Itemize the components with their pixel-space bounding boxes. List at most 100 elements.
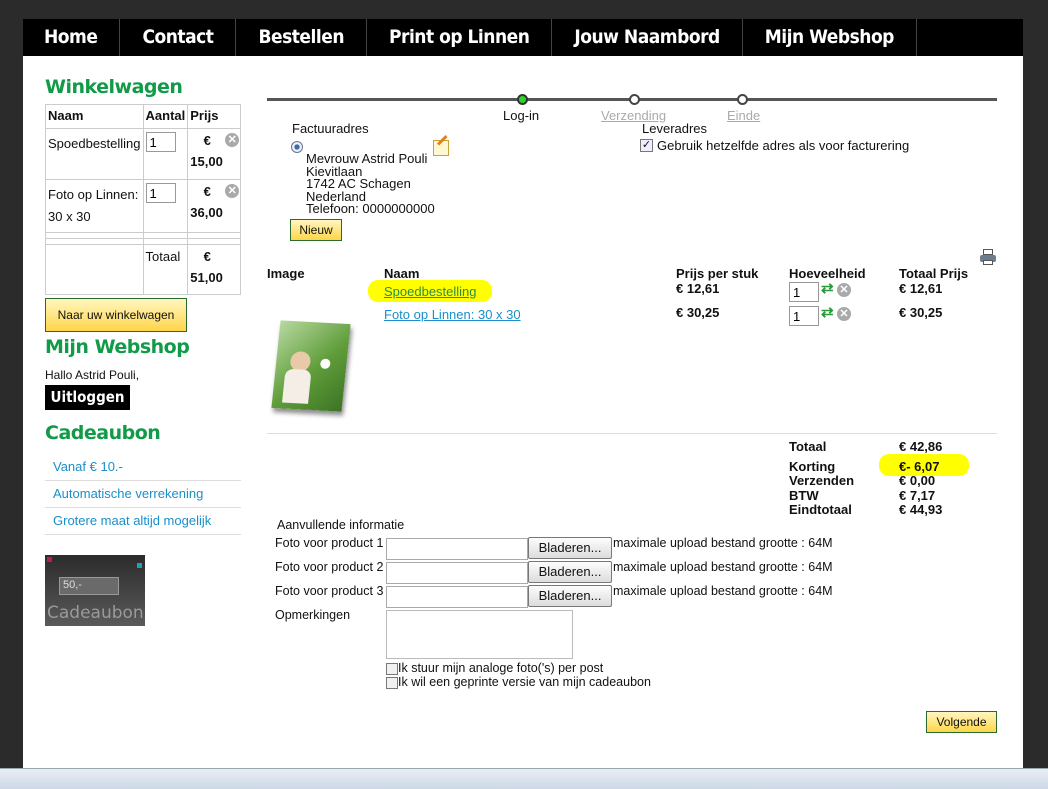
total-label: Totaal [789, 439, 827, 454]
product-link[interactable]: Spoedbestelling [384, 284, 477, 299]
analog-photo-checkbox[interactable] [386, 662, 398, 675]
cart-item-name: Foto op Linnen: 30 x 30 [45, 179, 144, 233]
gift-link-verrekening[interactable]: Automatische verrekening [53, 486, 203, 501]
billing-radio[interactable] [291, 141, 303, 153]
step-dot-einde [737, 94, 748, 105]
upload-label: Foto voor product 2 [275, 560, 384, 574]
upload-field[interactable] [386, 538, 528, 560]
step-dot-verzending [629, 94, 640, 105]
gift-link-grotere-maat[interactable]: Grotere maat altijd mogelijk [53, 513, 211, 528]
vat-value: € 7,17 [899, 487, 936, 503]
cart-header-qty: Aantal [142, 104, 189, 129]
browse-button[interactable]: Bladeren... [528, 585, 612, 607]
next-button[interactable]: Volgende [926, 711, 997, 733]
cart-total-label: Totaal [142, 244, 189, 295]
analog-photo-label: Ik stuur mijn analoge foto('s) per post [398, 661, 604, 675]
cart-row: Foto op Linnen: 30 x 30 € 36,00 ✕ [45, 179, 241, 233]
totals-values: € 42,86 €- 6,07 € 0,00 € 7,17 € 44,93 [899, 439, 943, 518]
gift-card-price: 50,- [63, 579, 82, 591]
nav-webshop[interactable]: Mijn Webshop [743, 19, 917, 56]
nav-contact[interactable]: Contact [120, 19, 237, 56]
discount-value: €- 6,07 [899, 458, 940, 474]
printed-voucher-checkbox[interactable] [386, 676, 398, 689]
total-value: € 42,86 [899, 439, 943, 454]
product-qty-input[interactable] [789, 282, 819, 302]
refresh-icon[interactable]: ⇄ [821, 305, 835, 322]
extra-info-title: Aanvullende informatie [277, 518, 405, 532]
same-address-label: Gebruik hetzelfde adres als voor facture… [657, 138, 910, 153]
page-content: Winkelwagen Naam Aantal Prijs Spoedbeste… [23, 56, 1023, 769]
totals-labels: Totaal Korting Verzenden BTW Eindtotaal [789, 439, 855, 518]
go-to-cart-button[interactable]: Naar uw winkelwagen [45, 298, 187, 332]
billing-address: Mevrouw Astrid Pouli Kievitlaan 1742 AC … [306, 152, 435, 217]
print-icon[interactable] [980, 249, 996, 265]
same-address-checkbox[interactable]: ✓ [640, 139, 653, 152]
col-unit-price: Prijs per stuk [676, 266, 759, 281]
upload-field[interactable] [386, 562, 528, 584]
logout-button[interactable]: Uitloggen [45, 385, 130, 410]
billing-line: Telefoon: 0000000000 [306, 201, 435, 217]
nav-print-op-linnen[interactable]: Print op Linnen [367, 19, 553, 56]
remove-icon[interactable]: ✕ [837, 283, 851, 297]
gift-card-text: Cadeaubon [47, 603, 144, 623]
remove-icon[interactable]: ✕ [225, 133, 240, 147]
gift-links: Vanaf € 10.- Automatische verrekening Gr… [45, 454, 241, 535]
upload-note: maximale upload bestand grootte : 64M [613, 560, 833, 574]
remove-icon[interactable]: ✕ [225, 184, 240, 198]
step-einde[interactable]: Einde [727, 108, 760, 123]
product-qty-input[interactable] [789, 306, 819, 326]
refresh-icon[interactable]: ⇄ [821, 281, 835, 298]
cart-row: Spoedbestelling € 15,00 ✕ [45, 128, 241, 180]
nav-bestellen[interactable]: Bestellen [236, 19, 367, 56]
grand-total-label: Eindtotaal [789, 502, 852, 518]
product-image-thumbnail [271, 320, 351, 412]
col-name: Naam [384, 266, 420, 281]
cart-total-currency: € [203, 249, 211, 264]
upload-note: maximale upload bestand grootte : 64M [613, 536, 833, 550]
step-login: Log-in [503, 108, 540, 123]
browse-button[interactable]: Bladeren... [528, 537, 612, 559]
check-row: Ik stuur mijn analoge foto('s) per post [386, 661, 603, 675]
divider [267, 433, 997, 434]
remarks-label: Opmerkingen [275, 608, 351, 622]
col-quantity: Hoeveelheid [789, 266, 866, 281]
line-total: € 12,61 [899, 281, 943, 296]
printed-voucher-label: Ik wil een geprinte versie van mijn cade… [398, 675, 651, 689]
mini-cart: Naam Aantal Prijs Spoedbestelling € 15,0… [45, 104, 241, 295]
shipping-label: Verzenden [789, 473, 855, 489]
webshop-title: Mijn Webshop [45, 336, 190, 358]
product-link[interactable]: Foto op Linnen: 30 x 30 [384, 307, 521, 322]
vat-label: BTW [789, 487, 819, 503]
cart-qty-input[interactable] [145, 132, 176, 152]
cart-qty-input[interactable] [145, 183, 176, 203]
grand-total-value: € 44,93 [899, 502, 943, 518]
nav-naambord[interactable]: Jouw Naambord [552, 19, 743, 56]
gift-card-image[interactable]: 50,- Cadeaubon [45, 555, 145, 626]
step-dot-login [517, 94, 528, 105]
cart-item-name: Spoedbestelling [45, 128, 144, 180]
cart-header-name: Naam [45, 104, 144, 129]
col-image: Image [267, 266, 305, 281]
gift-title: Cadeaubon [45, 422, 161, 444]
line-total: € 30,25 [899, 305, 943, 320]
nav-home[interactable]: Home [23, 19, 121, 56]
unit-price: € 30,25 [676, 305, 720, 320]
discount-label: Korting [789, 458, 836, 474]
edit-icon[interactable] [433, 134, 449, 156]
shipping-value: € 0,00 [899, 473, 936, 489]
new-address-button[interactable]: Nieuw [290, 219, 342, 241]
cart-title: Winkelwagen [45, 76, 183, 98]
upload-field[interactable] [386, 586, 528, 608]
cart-total-value: 51,00 [190, 270, 223, 285]
unit-price: € 12,61 [676, 281, 720, 296]
browser-status-bar [0, 768, 1048, 789]
check-row: Ik wil een geprinte versie van mijn cade… [386, 675, 651, 689]
browse-button[interactable]: Bladeren... [528, 561, 612, 583]
delivery-label: Leveradres [642, 121, 708, 136]
remarks-textarea[interactable] [386, 610, 573, 659]
billing-label: Factuuradres [292, 121, 369, 136]
remove-icon[interactable]: ✕ [837, 307, 851, 321]
gift-link-vanaf[interactable]: Vanaf € 10.- [53, 459, 123, 474]
greeting: Hallo Astrid Pouli, [45, 368, 140, 382]
cart-item-currency: € [203, 133, 211, 148]
